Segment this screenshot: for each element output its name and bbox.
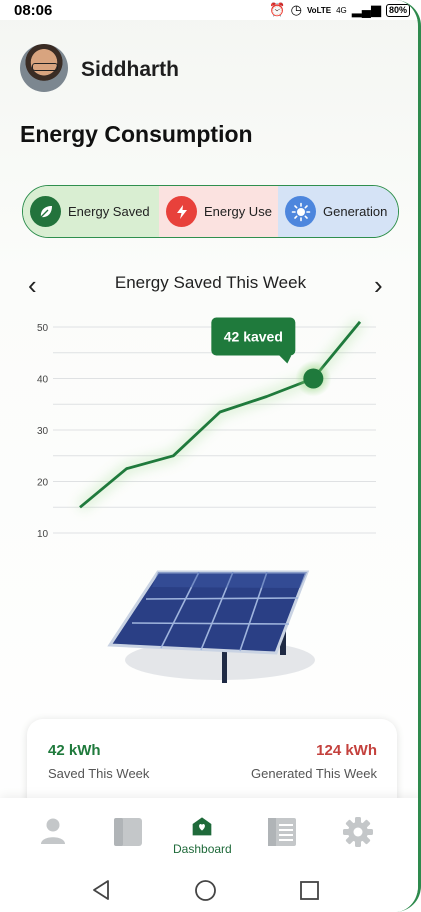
y-tick-label: 10 — [37, 529, 49, 540]
tooltip-pointer — [279, 355, 292, 364]
status-time: 08:06 — [14, 1, 53, 19]
sun-icon — [285, 196, 316, 227]
nav-dashboard-label: Dashboard — [173, 842, 232, 856]
tab-label: Generation — [323, 204, 388, 219]
generated-value: 124 kWh — [316, 742, 377, 759]
panel-icon — [114, 818, 142, 846]
energy-line-chart: 50 40 30 20 10 42 kaved — [37, 317, 376, 540]
tab-energy-saved[interactable]: Energy Saved — [23, 186, 159, 237]
y-tick-label: 40 — [37, 375, 49, 386]
y-tick-label: 20 — [37, 478, 49, 489]
battery-icon: 80% — [385, 3, 410, 17]
home-button-icon[interactable] — [194, 879, 217, 902]
tab-generation[interactable]: Generation — [278, 186, 398, 237]
page-title: Energy Consumption — [20, 121, 253, 147]
chart-title: Energy Saved This Week — [114, 273, 307, 292]
solar-panel-illustration — [107, 570, 315, 683]
tab-label: Energy Use — [204, 204, 272, 219]
nav-settings[interactable] — [342, 816, 374, 856]
y-tick-label: 50 — [37, 323, 49, 334]
energy-tabs: Energy Saved Energy Use Generation — [22, 185, 399, 238]
status-icons: ⏰ ◷ VoLTE 4G ▂▄▆ 80% — [269, 2, 410, 18]
signal-icon: ▂▄▆ — [351, 2, 381, 17]
leaf-icon — [30, 196, 61, 227]
back-icon[interactable] — [90, 879, 112, 901]
tab-energy-use[interactable]: Energy Use — [159, 186, 278, 237]
y-tick-label: 30 — [37, 426, 49, 437]
chevron-right-icon[interactable]: › — [374, 272, 383, 298]
list-icon — [268, 818, 296, 846]
volte-indicator: VoLTE — [306, 5, 332, 15]
highlight-point[interactable] — [303, 368, 324, 389]
system-navigation — [0, 868, 418, 912]
nav-profile[interactable] — [38, 816, 68, 856]
alarm-icon: ⏰ — [269, 2, 286, 17]
tab-label: Energy Saved — [68, 204, 150, 219]
app-screen: 08:06 ⏰ ◷ VoLTE 4G ▂▄▆ 80% Siddharth Ene… — [0, 0, 421, 912]
bottom-navigation: Dashboard — [0, 798, 418, 868]
lightning-icon — [166, 196, 197, 227]
tooltip-label: 42 kaved — [224, 329, 283, 345]
gear-icon — [343, 817, 373, 847]
saved-value: 42 kWh — [48, 742, 101, 759]
nav-reports[interactable] — [112, 816, 146, 856]
avatar[interactable] — [20, 44, 68, 92]
saved-label: Saved This Week — [48, 766, 150, 781]
status-bar: 08:06 ⏰ ◷ VoLTE 4G ▂▄▆ 80% — [0, 0, 418, 20]
person-icon — [41, 818, 65, 844]
nav-list[interactable] — [266, 816, 298, 856]
generated-label: Generated This Week — [251, 766, 377, 781]
recents-icon[interactable] — [299, 880, 320, 901]
nav-dashboard[interactable]: Dashboard — [173, 816, 232, 856]
home-icon — [193, 817, 212, 836]
user-name: Siddharth — [81, 58, 179, 81]
clock-icon: ◷ — [290, 2, 302, 17]
network-type: 4G — [336, 5, 347, 15]
